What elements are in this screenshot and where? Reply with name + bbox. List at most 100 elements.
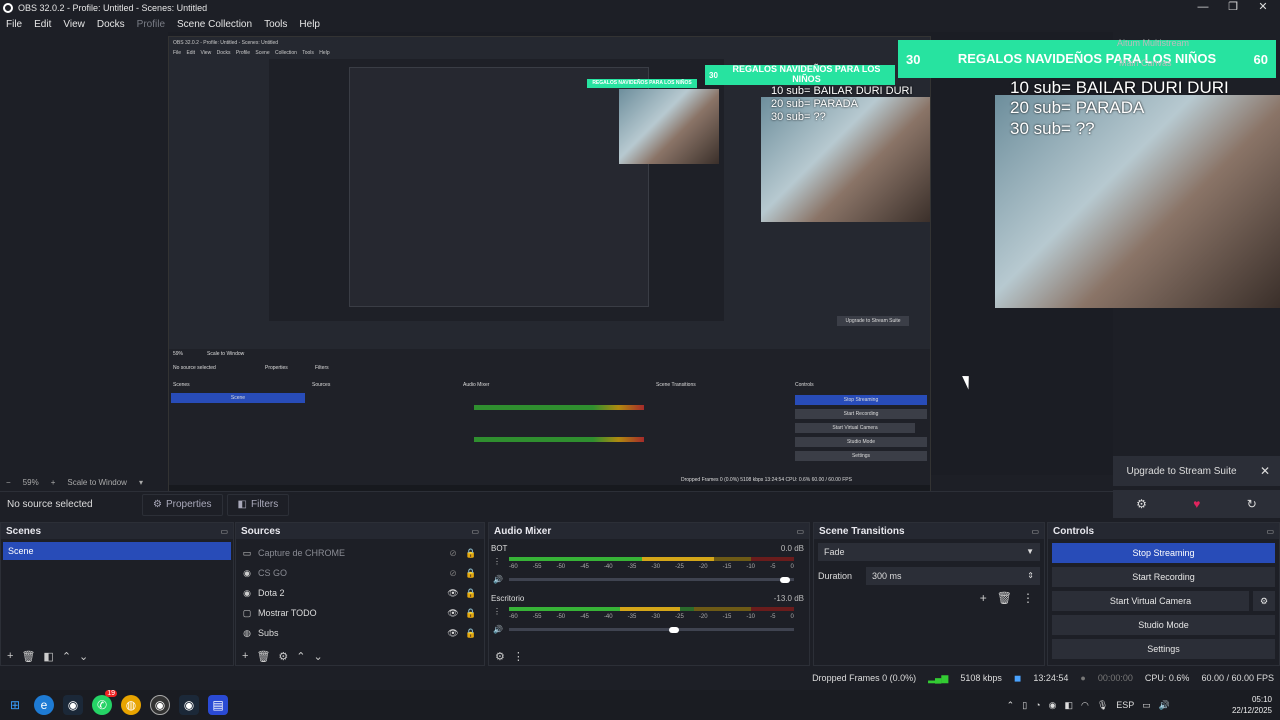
mic-icon[interactable]: 🎙 xyxy=(1097,700,1108,711)
lock-icon[interactable]: 🔒 xyxy=(462,588,480,599)
upgrade-button[interactable]: Upgrade to Stream Suite xyxy=(1113,466,1250,477)
source-item[interactable]: ▢ Mostrar TODO 👁 🔒 xyxy=(236,603,484,623)
stop-streaming-button[interactable]: Stop Streaming xyxy=(1052,543,1275,563)
volume-slider-knob[interactable] xyxy=(780,577,791,583)
source-item[interactable]: ▭ Capture de CHROME ⊘ 🔒 xyxy=(236,543,484,563)
studio-mode-button[interactable]: Studio Mode xyxy=(1052,615,1275,635)
zoom-in-button[interactable]: + xyxy=(51,478,56,487)
add-transition-button[interactable]: + xyxy=(980,591,987,605)
add-source-button[interactable]: + xyxy=(242,650,248,662)
source-properties-button[interactable]: ⚙ xyxy=(278,650,288,663)
volume-slider[interactable] xyxy=(509,578,794,581)
remove-scene-button[interactable]: 🗑 xyxy=(21,650,35,663)
kebab-menu-icon[interactable]: ⋮ xyxy=(1022,591,1034,605)
close-icon[interactable]: ✕ xyxy=(1250,464,1280,478)
properties-button[interactable]: ⚙ Properties xyxy=(142,493,223,516)
gear-icon[interactable]: ⚙ xyxy=(1136,497,1147,511)
scale-mode-select[interactable]: Scale to Window xyxy=(67,478,127,487)
maximize-button[interactable]: ❐ xyxy=(1218,0,1248,16)
preview-canvas[interactable]: OBS 32.0.2 - Profile: Untitled - Scenes:… xyxy=(0,32,1280,500)
source-item[interactable]: ◉ Dota 2 👁 🔒 xyxy=(236,583,484,603)
lock-icon[interactable]: 🔒 xyxy=(462,628,480,639)
menu-edit[interactable]: Edit xyxy=(28,19,57,30)
menu-profile[interactable]: Profile xyxy=(131,19,171,30)
scenes-title: Scenes xyxy=(6,525,42,537)
chevron-down-icon[interactable]: ▾ xyxy=(139,478,143,487)
kebab-menu-icon[interactable]: ⋮ xyxy=(493,557,501,566)
menu-docks[interactable]: Docks xyxy=(91,19,131,30)
windows-start-icon[interactable]: ⊞ xyxy=(5,695,25,715)
settings-button[interactable]: Settings xyxy=(1052,639,1275,659)
move-up-button[interactable]: ⌃ xyxy=(296,650,305,663)
lock-icon[interactable]: 🔒 xyxy=(462,548,480,559)
filters-button[interactable]: ◧ Filters xyxy=(226,493,290,516)
close-window-button[interactable]: ✕ xyxy=(1248,0,1278,16)
volume-icon[interactable]: 🔊 xyxy=(1159,700,1170,711)
chevron-up-icon[interactable]: ⌃ xyxy=(1007,700,1015,711)
menu-file[interactable]: File xyxy=(0,19,28,30)
remove-source-button[interactable]: 🗑 xyxy=(256,650,270,663)
hidden-eye-icon[interactable]: ⊘ xyxy=(444,568,462,579)
spinner-icon[interactable]: ⇕ xyxy=(1027,567,1034,585)
start-virtual-camera-button[interactable]: Start Virtual Camera xyxy=(1052,591,1249,611)
menu-tools[interactable]: Tools xyxy=(258,19,293,30)
chrome-icon[interactable]: ◍ xyxy=(121,695,141,715)
discord-icon[interactable]: ◔ xyxy=(1035,700,1040,710)
whatsapp-icon[interactable]: ✆ 19 xyxy=(92,690,117,715)
mouse-cursor-icon xyxy=(962,373,974,390)
volume-slider-knob[interactable] xyxy=(669,627,680,633)
gear-icon[interactable]: ⚙ xyxy=(1253,591,1275,611)
scene-filters-button[interactable]: ◧ xyxy=(43,650,53,663)
nvidia-icon[interactable]: ◧ xyxy=(1064,700,1073,711)
device-icon[interactable]: ▯ xyxy=(1022,700,1027,711)
menu-help[interactable]: Help xyxy=(293,19,326,30)
lock-icon[interactable]: 🔒 xyxy=(462,568,480,579)
lock-icon[interactable]: 🔒 xyxy=(462,608,480,619)
remove-transition-button[interactable]: 🗑 xyxy=(997,591,1012,605)
mixer-settings-icon[interactable]: ⚙ xyxy=(495,650,505,663)
dock-menu-icon[interactable]: ▭ xyxy=(471,527,479,536)
upgrade-banner: Upgrade to Stream Suite ✕ xyxy=(1113,456,1280,486)
eye-icon[interactable]: 👁 xyxy=(444,628,462,639)
app-icon[interactable]: ▤ xyxy=(208,695,228,715)
hidden-eye-icon[interactable]: ⊘ xyxy=(444,548,462,559)
duration-input[interactable]: 300 ms ⇕ xyxy=(866,567,1040,585)
kebab-menu-icon[interactable]: ⋮ xyxy=(513,650,524,663)
obs-icon[interactable]: ◉ xyxy=(150,695,170,715)
volume-slider[interactable] xyxy=(509,628,794,631)
move-down-button[interactable]: ⌄ xyxy=(79,650,88,663)
move-up-button[interactable]: ⌃ xyxy=(62,650,71,663)
dock-menu-icon[interactable]: ▭ xyxy=(1031,527,1039,536)
menu-bar: File Edit View Docks Profile Scene Colle… xyxy=(0,16,1280,32)
start-recording-button[interactable]: Start Recording xyxy=(1052,567,1275,587)
dock-menu-icon[interactable]: ▭ xyxy=(1266,527,1274,536)
kebab-menu-icon[interactable]: ⋮ xyxy=(493,607,501,616)
network-icon[interactable]: ▭ xyxy=(1142,700,1151,711)
eye-icon[interactable]: 👁 xyxy=(444,588,462,599)
scene-item[interactable]: Scene xyxy=(3,542,231,560)
wifi-icon[interactable]: ◠ xyxy=(1081,700,1089,711)
zoom-out-button[interactable]: − xyxy=(6,478,11,487)
source-item[interactable]: ◍ Subs 👁 🔒 xyxy=(236,623,484,643)
source-item[interactable]: ◉ CS GO ⊘ 🔒 xyxy=(236,563,484,583)
speaker-icon[interactable]: 🔊 xyxy=(493,625,503,634)
eye-icon[interactable]: 👁 xyxy=(444,608,462,619)
refresh-icon[interactable]: ↻ xyxy=(1247,497,1257,511)
clock[interactable]: 05:10 22/12/2025 xyxy=(1232,694,1272,716)
transition-select[interactable]: Fade ▼ xyxy=(818,543,1040,561)
language-indicator[interactable]: ESP xyxy=(1116,700,1134,710)
meter-tick-label: -35 xyxy=(627,614,637,620)
menu-scene-collection[interactable]: Scene Collection xyxy=(171,19,258,30)
add-scene-button[interactable]: + xyxy=(7,650,13,662)
heart-icon[interactable]: ♥ xyxy=(1193,497,1200,511)
steam-icon[interactable]: ◉ xyxy=(63,695,83,715)
speaker-icon[interactable]: 🔊 xyxy=(493,575,503,584)
steam-icon-2[interactable]: ◉ xyxy=(179,695,199,715)
edge-icon[interactable]: e xyxy=(34,695,54,715)
minimize-button[interactable]: — xyxy=(1188,0,1218,16)
steam-tray-icon[interactable]: ◉ xyxy=(1049,700,1057,711)
dock-menu-icon[interactable]: ▭ xyxy=(796,527,804,536)
move-down-button[interactable]: ⌄ xyxy=(314,650,323,663)
menu-view[interactable]: View xyxy=(57,19,91,30)
dock-menu-icon[interactable]: ▭ xyxy=(220,527,228,536)
